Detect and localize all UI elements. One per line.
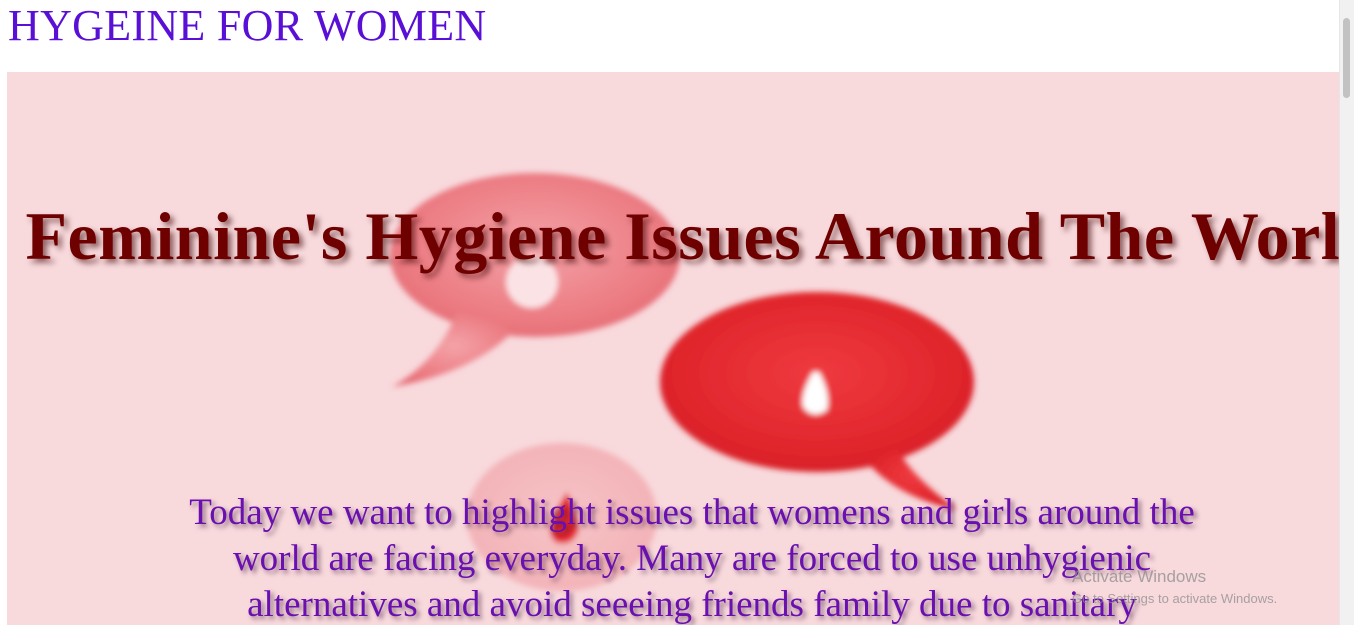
speech-bubble-icon bbox=[660, 292, 974, 510]
scrollbar-thumb[interactable] bbox=[1343, 18, 1350, 98]
activate-windows-title: Activate Windows bbox=[1072, 567, 1207, 586]
vertical-scrollbar[interactable] bbox=[1339, 0, 1354, 625]
hero-heading: Feminine's Hygiene Issues Around The Wor… bbox=[25, 198, 1340, 274]
page: HYGEINE FOR WOMEN Feminine's Hygiene Iss… bbox=[0, 0, 1354, 625]
site-title: HYGEINE FOR WOMEN bbox=[8, 1, 487, 50]
activate-windows-watermark: Activate Windows Go to Settings to activ… bbox=[1072, 567, 1278, 606]
activate-windows-hint: Go to Settings to activate Windows. bbox=[1072, 590, 1278, 606]
hero-intro-text: Today we want to highlight issues that w… bbox=[189, 492, 1195, 625]
hero-banner: Feminine's Hygiene Issues Around The Wor… bbox=[7, 72, 1340, 625]
